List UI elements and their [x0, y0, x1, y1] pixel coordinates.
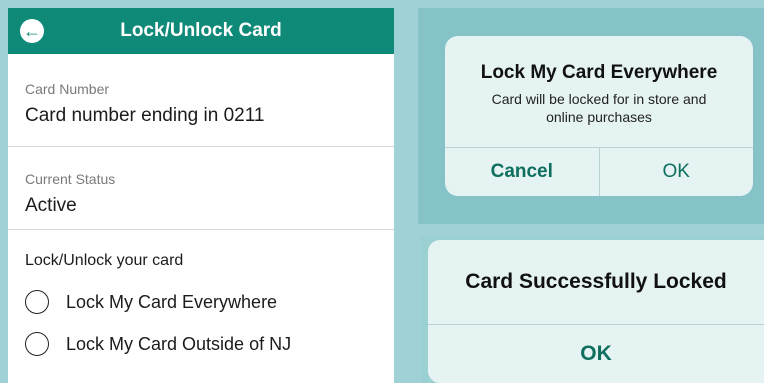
option-label: Lock My Card Everywhere — [66, 291, 278, 312]
status-section: Current Status Active — [8, 147, 394, 230]
cancel-button[interactable]: Cancel — [445, 148, 600, 196]
option-label: Lock My Card Outside of NJ — [66, 333, 292, 354]
radio-button-icon[interactable] — [25, 332, 49, 356]
card-number-section: Card Number Card number ending in 0211 — [8, 54, 394, 147]
card-number-label: Card Number — [25, 81, 110, 97]
card-number-value: Card number ending in 0211 — [25, 105, 265, 126]
success-ok-button[interactable]: OK — [428, 325, 764, 383]
success-dialog: Card Successfully Locked OK — [428, 240, 764, 383]
app-header: ← Lock/Unlock Card — [8, 8, 394, 54]
lock-options-section: Lock/Unlock your card Lock My Card Every… — [8, 230, 394, 356]
lock-section-title: Lock/Unlock your card — [25, 252, 184, 269]
confirm-dialog-actions: Cancel OK — [445, 147, 753, 196]
status-label: Current Status — [25, 171, 116, 187]
confirm-dialog-message: Card will be locked for in store and onl… — [491, 91, 707, 125]
status-value: Active — [25, 195, 77, 216]
ok-button[interactable]: OK — [600, 148, 754, 196]
lock-unlock-screen: ← Lock/Unlock Card Card Number Card numb… — [8, 8, 394, 383]
page-title: Lock/Unlock Card — [120, 20, 282, 41]
success-dialog-title: Card Successfully Locked — [465, 270, 727, 293]
success-dialog-backdrop: Card Successfully Locked OK — [421, 236, 764, 383]
success-dialog-actions: OK — [428, 324, 764, 383]
confirm-dialog-title: Lock My Card Everywhere — [480, 62, 718, 83]
option-lock-outside-nj[interactable]: Lock My Card Outside of NJ — [25, 332, 377, 356]
option-lock-everywhere[interactable]: Lock My Card Everywhere — [25, 290, 377, 314]
confirm-dialog: Lock My Card Everywhere Card will be loc… — [445, 36, 753, 196]
radio-button-icon[interactable] — [25, 290, 49, 314]
back-arrow-icon[interactable]: ← — [20, 19, 44, 43]
confirm-dialog-backdrop: Lock My Card Everywhere Card will be loc… — [418, 8, 764, 224]
